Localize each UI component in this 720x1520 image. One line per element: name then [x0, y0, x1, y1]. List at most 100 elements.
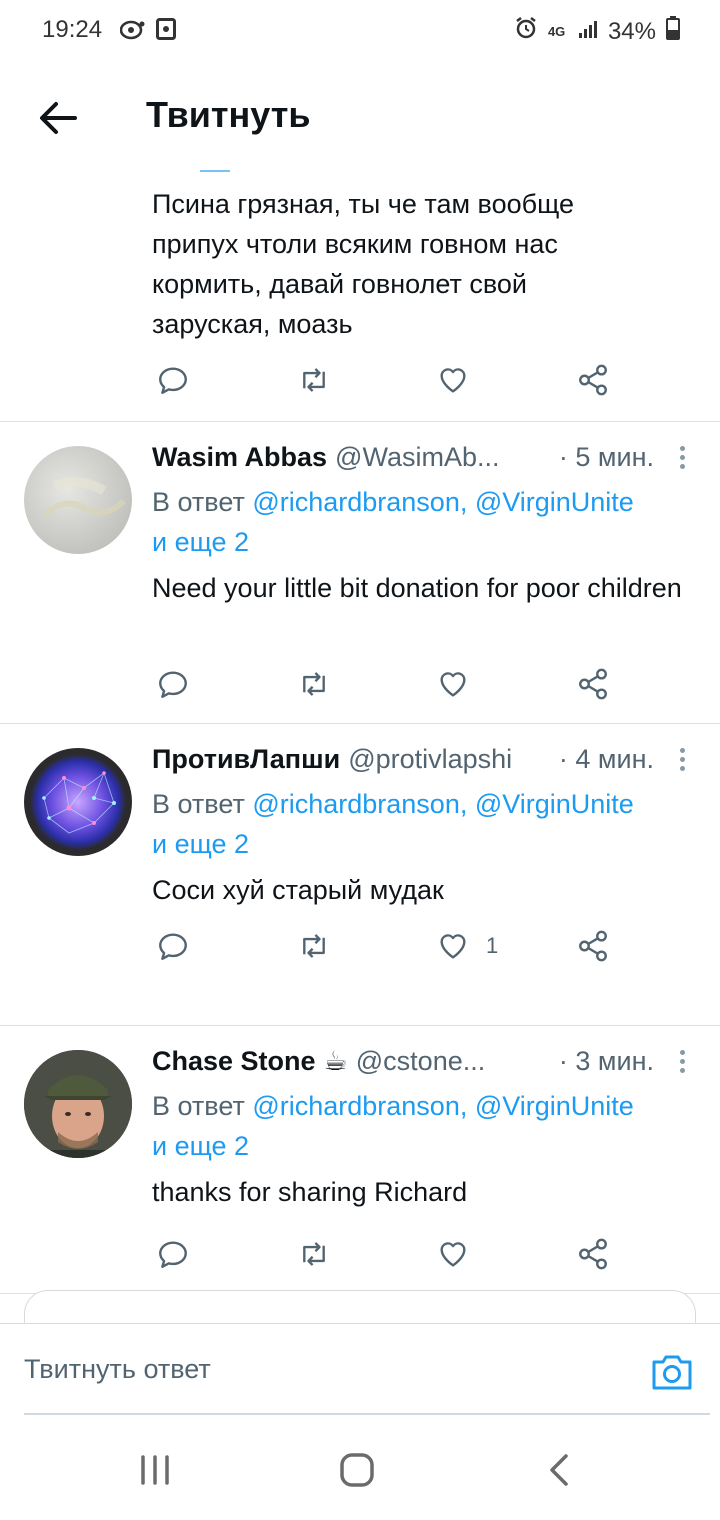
reply-button[interactable] — [156, 360, 190, 400]
alarm-icon — [514, 16, 538, 47]
status-right: 4G 34% — [514, 16, 680, 47]
retweet-icon — [303, 934, 325, 958]
share-icon — [579, 930, 607, 962]
display-name[interactable]: Wasim Abbas — [152, 442, 327, 473]
reply-icon — [159, 367, 187, 394]
reply-composer[interactable]: Твитнуть ответ — [0, 1323, 720, 1415]
like-count: 1 — [486, 933, 499, 958]
status-time: 19:24 — [42, 16, 103, 43]
reply-mentions[interactable]: @richardbranson, @VirginUnite — [252, 789, 634, 819]
tweet-text: Need your little bit donation for poor c… — [152, 573, 682, 603]
system-back-button[interactable] — [534, 1450, 584, 1490]
heart-icon — [440, 1242, 466, 1267]
retweet-icon — [303, 672, 325, 696]
avatar[interactable] — [24, 748, 132, 856]
recent-apps-button[interactable] — [130, 1450, 180, 1490]
like-button[interactable]: 1 — [436, 926, 498, 966]
more-options-icon[interactable] — [678, 1050, 686, 1076]
more-options-icon[interactable] — [678, 748, 686, 774]
clipped-reply-link — [200, 170, 230, 176]
reply-icon — [159, 1241, 187, 1268]
reply-context: В ответ @richardbranson, @VirginUnite и е… — [152, 1086, 692, 1166]
tweet-item[interactable]: Wasim Abbas @WasimAb... · 5 мин. В ответ… — [0, 422, 720, 724]
reply-more-link[interactable]: и еще 2 — [152, 1131, 249, 1161]
status-bar: 19:24 4G 34% — [0, 0, 720, 60]
reply-button[interactable] — [156, 926, 190, 966]
display-name[interactable]: Chase Stone — [152, 1046, 316, 1077]
reply-context: В ответ @richardbranson, @VirginUnite и е… — [152, 784, 692, 864]
reply-button[interactable] — [156, 1234, 190, 1274]
retweet-button[interactable] — [296, 664, 332, 704]
reply-more-link[interactable]: и еще 2 — [152, 527, 249, 557]
retweet-button[interactable] — [296, 1234, 332, 1274]
retweet-icon — [303, 1242, 325, 1266]
retweet-button[interactable] — [296, 926, 332, 966]
page-title: Твитнуть — [146, 94, 311, 135]
share-icon — [579, 668, 607, 700]
reply-input-placeholder[interactable]: Твитнуть ответ — [24, 1354, 211, 1385]
more-options-icon[interactable] — [678, 446, 686, 472]
camera-icon — [652, 1355, 692, 1390]
system-navigation-bar — [0, 1420, 720, 1520]
tweet-header: Chase Stone ☕ @cstone... · 3 мин. — [152, 1046, 662, 1082]
reply-mentions[interactable]: @richardbranson, @VirginUnite — [252, 1091, 634, 1121]
heart-icon — [440, 934, 466, 959]
reply-prefix: В ответ — [152, 1091, 253, 1121]
tweet-header: Wasim Abbas @WasimAb... · 5 мин. — [152, 442, 662, 478]
retweet-button[interactable] — [296, 360, 332, 400]
camera-button[interactable] — [650, 1352, 694, 1392]
arrow-left-icon — [40, 102, 77, 134]
username[interactable]: @protivlapshi — [348, 744, 512, 775]
heart-icon — [440, 672, 466, 697]
username[interactable]: @WasimAb... — [335, 442, 499, 473]
display-name[interactable]: ПротивЛапши — [152, 744, 340, 775]
tweet-item[interactable]: Псина грязная, ты че там вообще припух ч… — [0, 170, 720, 422]
recent-apps-icon — [141, 1455, 169, 1485]
tweet-text: Соси хуй старый мудак — [152, 875, 444, 905]
tweet-actions — [152, 1234, 632, 1274]
composer-underline — [24, 1413, 710, 1415]
heart-icon — [440, 368, 466, 393]
reply-context: В ответ @richardbranson, @VirginUnite и е… — [152, 482, 692, 562]
reply-prefix: В ответ — [152, 789, 253, 819]
home-button[interactable] — [332, 1450, 382, 1490]
coffee-emoji: ☕ — [323, 1046, 348, 1076]
tweet-item[interactable]: ПротивЛапши @protivlapshi · 4 мин. В отв… — [0, 724, 720, 1026]
share-icon — [579, 1238, 607, 1270]
timestamp: · 5 мин. — [558, 442, 654, 472]
gallery-icon — [156, 18, 176, 45]
home-icon — [340, 1453, 374, 1487]
avatar[interactable] — [24, 446, 132, 554]
tweet-actions — [152, 664, 632, 704]
share-button[interactable] — [576, 1234, 610, 1274]
share-button[interactable] — [576, 664, 610, 704]
reply-more-link[interactable]: и еще 2 — [152, 829, 249, 859]
tweet-header: ПротивЛапши @protivlapshi · 4 мин. — [152, 744, 662, 780]
username[interactable]: @cstone... — [356, 1046, 485, 1077]
reply-button[interactable] — [156, 664, 190, 704]
reply-icon — [159, 671, 187, 698]
reply-prefix: В ответ — [152, 487, 253, 517]
reply-icon — [159, 933, 187, 960]
avatar[interactable] — [24, 1050, 132, 1158]
tweet-text: Псина грязная, ты че там вообще припух ч… — [152, 189, 574, 339]
reply-feed[interactable]: Псина грязная, ты че там вообще припух ч… — [0, 170, 720, 1325]
back-button[interactable] — [30, 90, 86, 146]
tweet-actions — [152, 360, 632, 400]
share-button[interactable] — [576, 360, 610, 400]
battery-percent: 34% — [607, 17, 656, 45]
notification-icon — [119, 18, 146, 45]
timestamp: · 4 мин. — [558, 744, 654, 774]
like-button[interactable] — [436, 1234, 486, 1274]
like-button[interactable] — [436, 664, 486, 704]
share-button[interactable] — [576, 926, 610, 966]
timestamp: · 3 мин. — [558, 1046, 654, 1076]
tweet-item[interactable]: Chase Stone ☕ @cstone... · 3 мин. В отве… — [0, 1026, 720, 1294]
retweet-icon — [303, 368, 325, 392]
like-button[interactable] — [436, 360, 470, 400]
reply-mentions[interactable]: @richardbranson, @VirginUnite — [252, 487, 634, 517]
tweet-actions: 1 — [152, 926, 632, 966]
top-app-bar: Твитнуть — [0, 60, 720, 170]
battery-icon — [666, 16, 680, 47]
share-icon — [579, 364, 607, 396]
